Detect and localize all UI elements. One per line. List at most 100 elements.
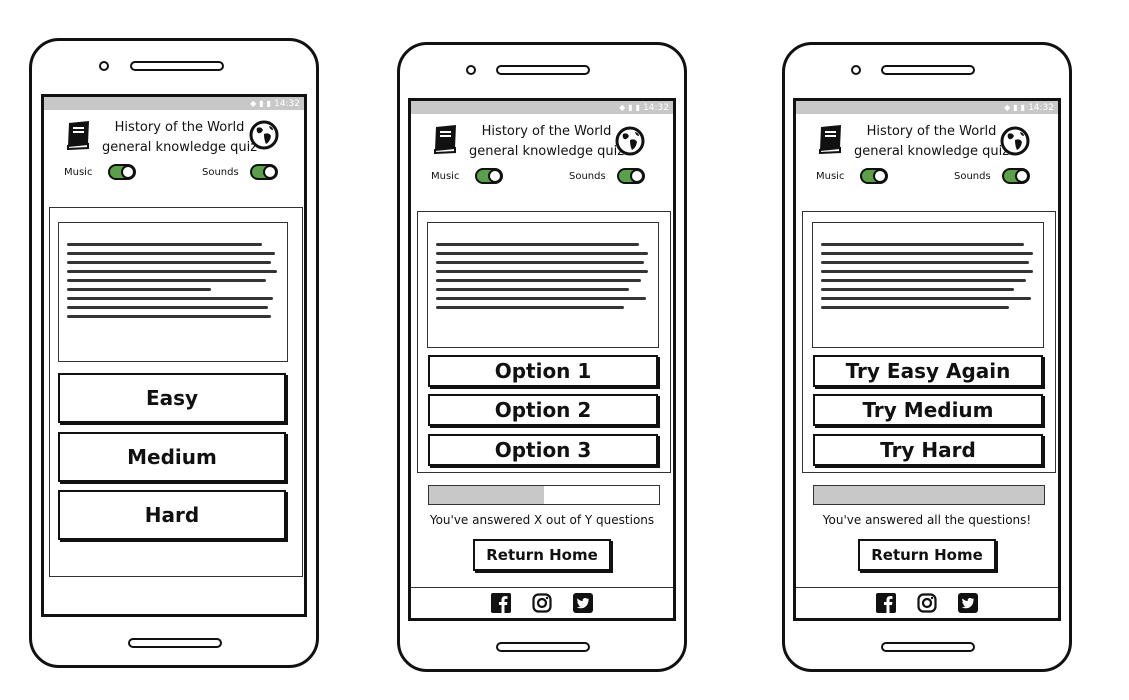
app-title: History of the World	[481, 124, 612, 139]
app-header: History of the World general knowledge q…	[44, 110, 304, 195]
globe-icon	[615, 126, 645, 156]
settings-row: Music Sounds	[427, 168, 653, 188]
phone-frame-question: ◆ ▮ ▮ 14:32 History of the World general…	[397, 42, 687, 672]
app-title-block: History of the World general knowledge q…	[854, 122, 1009, 162]
music-toggle[interactable]	[860, 168, 888, 184]
sounds-label: Sounds	[569, 171, 606, 182]
twitter-icon[interactable]	[958, 593, 978, 613]
sounds-toggle[interactable]	[617, 168, 645, 184]
quiz-container: Try Easy Again Try Medium Try Hard	[802, 211, 1056, 473]
speaker-slot	[130, 61, 224, 71]
music-toggle[interactable]	[475, 168, 503, 184]
app-header: History of the World general knowledge q…	[411, 114, 673, 199]
toggle-knob	[630, 169, 644, 183]
return-home-button[interactable]: Return Home	[858, 539, 996, 571]
app-subtitle: general knowledge quiz	[469, 144, 625, 159]
option-2-button[interactable]: Option 2	[428, 394, 658, 426]
twitter-icon[interactable]	[573, 593, 593, 613]
status-bar: ◆ ▮ ▮ 14:32	[44, 97, 304, 110]
status-bar: ◆ ▮ ▮ 14:32	[796, 101, 1058, 114]
toggle-knob	[873, 169, 887, 183]
app-subtitle: general knowledge quiz	[854, 144, 1010, 159]
signal-icon: ▮	[1013, 103, 1018, 112]
home-bar	[881, 642, 975, 652]
music-label: Music	[816, 171, 845, 182]
social-footer	[796, 587, 1058, 618]
phone-screen: ◆ ▮ ▮ 14:32 History of the World general…	[793, 98, 1061, 621]
quiz-container: Easy Medium Hard	[49, 207, 303, 577]
settings-row: Music Sounds	[812, 168, 1038, 188]
app-title-block: History of the World general knowledge q…	[102, 118, 257, 158]
sounds-toggle[interactable]	[250, 164, 278, 180]
easy-button[interactable]: Easy	[58, 373, 286, 423]
signal-icon: ▮	[259, 99, 264, 108]
social-footer	[411, 587, 673, 618]
medium-button[interactable]: Medium	[58, 432, 286, 482]
facebook-icon[interactable]	[491, 593, 511, 613]
wifi-icon: ◆	[250, 99, 257, 108]
music-label: Music	[431, 171, 460, 182]
progress-fill	[814, 486, 1044, 504]
music-label: Music	[64, 167, 93, 178]
camera-dot	[851, 65, 861, 75]
toggle-knob	[1015, 169, 1029, 183]
status-time: 14:32	[1028, 102, 1054, 113]
facebook-icon[interactable]	[876, 593, 896, 613]
app-title: History of the World	[866, 124, 997, 139]
settings-row: Music Sounds	[60, 164, 284, 184]
app-subtitle: general knowledge quiz	[102, 140, 258, 155]
option-3-button[interactable]: Option 3	[428, 434, 658, 466]
sounds-label: Sounds	[202, 167, 239, 178]
camera-dot	[466, 65, 476, 75]
intro-text-box	[58, 222, 288, 362]
phone-frame-difficulty: ◆ ▮ ▮ 14:32 History of the World general…	[29, 38, 319, 668]
option-1-button[interactable]: Option 1	[428, 355, 658, 387]
status-bar: ◆ ▮ ▮ 14:32	[411, 101, 673, 114]
music-toggle[interactable]	[108, 164, 136, 180]
app-title-block: History of the World general knowledge q…	[469, 122, 624, 162]
quiz-container: Option 1 Option 2 Option 3	[417, 211, 671, 473]
book-icon	[434, 125, 456, 154]
wifi-icon: ◆	[619, 103, 626, 112]
instagram-icon[interactable]	[532, 593, 552, 613]
speaker-slot	[496, 65, 590, 75]
result-text-box	[812, 222, 1044, 348]
progress-fill	[429, 486, 544, 504]
toggle-knob	[121, 165, 135, 179]
sounds-toggle[interactable]	[1002, 168, 1030, 184]
return-home-button[interactable]: Return Home	[473, 539, 611, 571]
globe-icon	[249, 120, 279, 150]
try-hard-button[interactable]: Try Hard	[813, 434, 1043, 466]
battery-icon: ▮	[1020, 103, 1026, 112]
answered-count-text: You've answered X out of Y questions	[429, 513, 655, 527]
wifi-icon: ◆	[1004, 103, 1011, 112]
phone-screen: ◆ ▮ ▮ 14:32 History of the World general…	[408, 98, 676, 621]
phone-frame-results: ◆ ▮ ▮ 14:32 History of the World general…	[782, 42, 1072, 672]
progress-bar	[428, 485, 660, 505]
phone-screen: ◆ ▮ ▮ 14:32 History of the World general…	[41, 94, 307, 617]
question-text-box	[427, 222, 659, 348]
instagram-icon[interactable]	[917, 593, 937, 613]
battery-icon: ▮	[635, 103, 641, 112]
status-time: 14:32	[643, 102, 669, 113]
app-header: History of the World general knowledge q…	[796, 114, 1058, 199]
book-icon	[67, 121, 89, 150]
home-bar	[496, 642, 590, 652]
app-title: History of the World	[114, 120, 245, 135]
toggle-knob	[488, 169, 502, 183]
progress-bar	[813, 485, 1045, 505]
camera-dot	[99, 61, 109, 71]
signal-icon: ▮	[628, 103, 633, 112]
home-bar	[128, 638, 222, 648]
toggle-knob	[263, 165, 277, 179]
battery-icon: ▮	[266, 99, 272, 108]
try-easy-again-button[interactable]: Try Easy Again	[813, 355, 1043, 387]
try-medium-button[interactable]: Try Medium	[813, 394, 1043, 426]
speaker-slot	[881, 65, 975, 75]
status-time: 14:32	[274, 98, 300, 109]
book-icon	[819, 125, 841, 154]
hard-button[interactable]: Hard	[58, 490, 286, 540]
sounds-label: Sounds	[954, 171, 991, 182]
globe-icon	[1000, 126, 1030, 156]
answered-all-text: You've answered all the questions!	[822, 513, 1032, 527]
